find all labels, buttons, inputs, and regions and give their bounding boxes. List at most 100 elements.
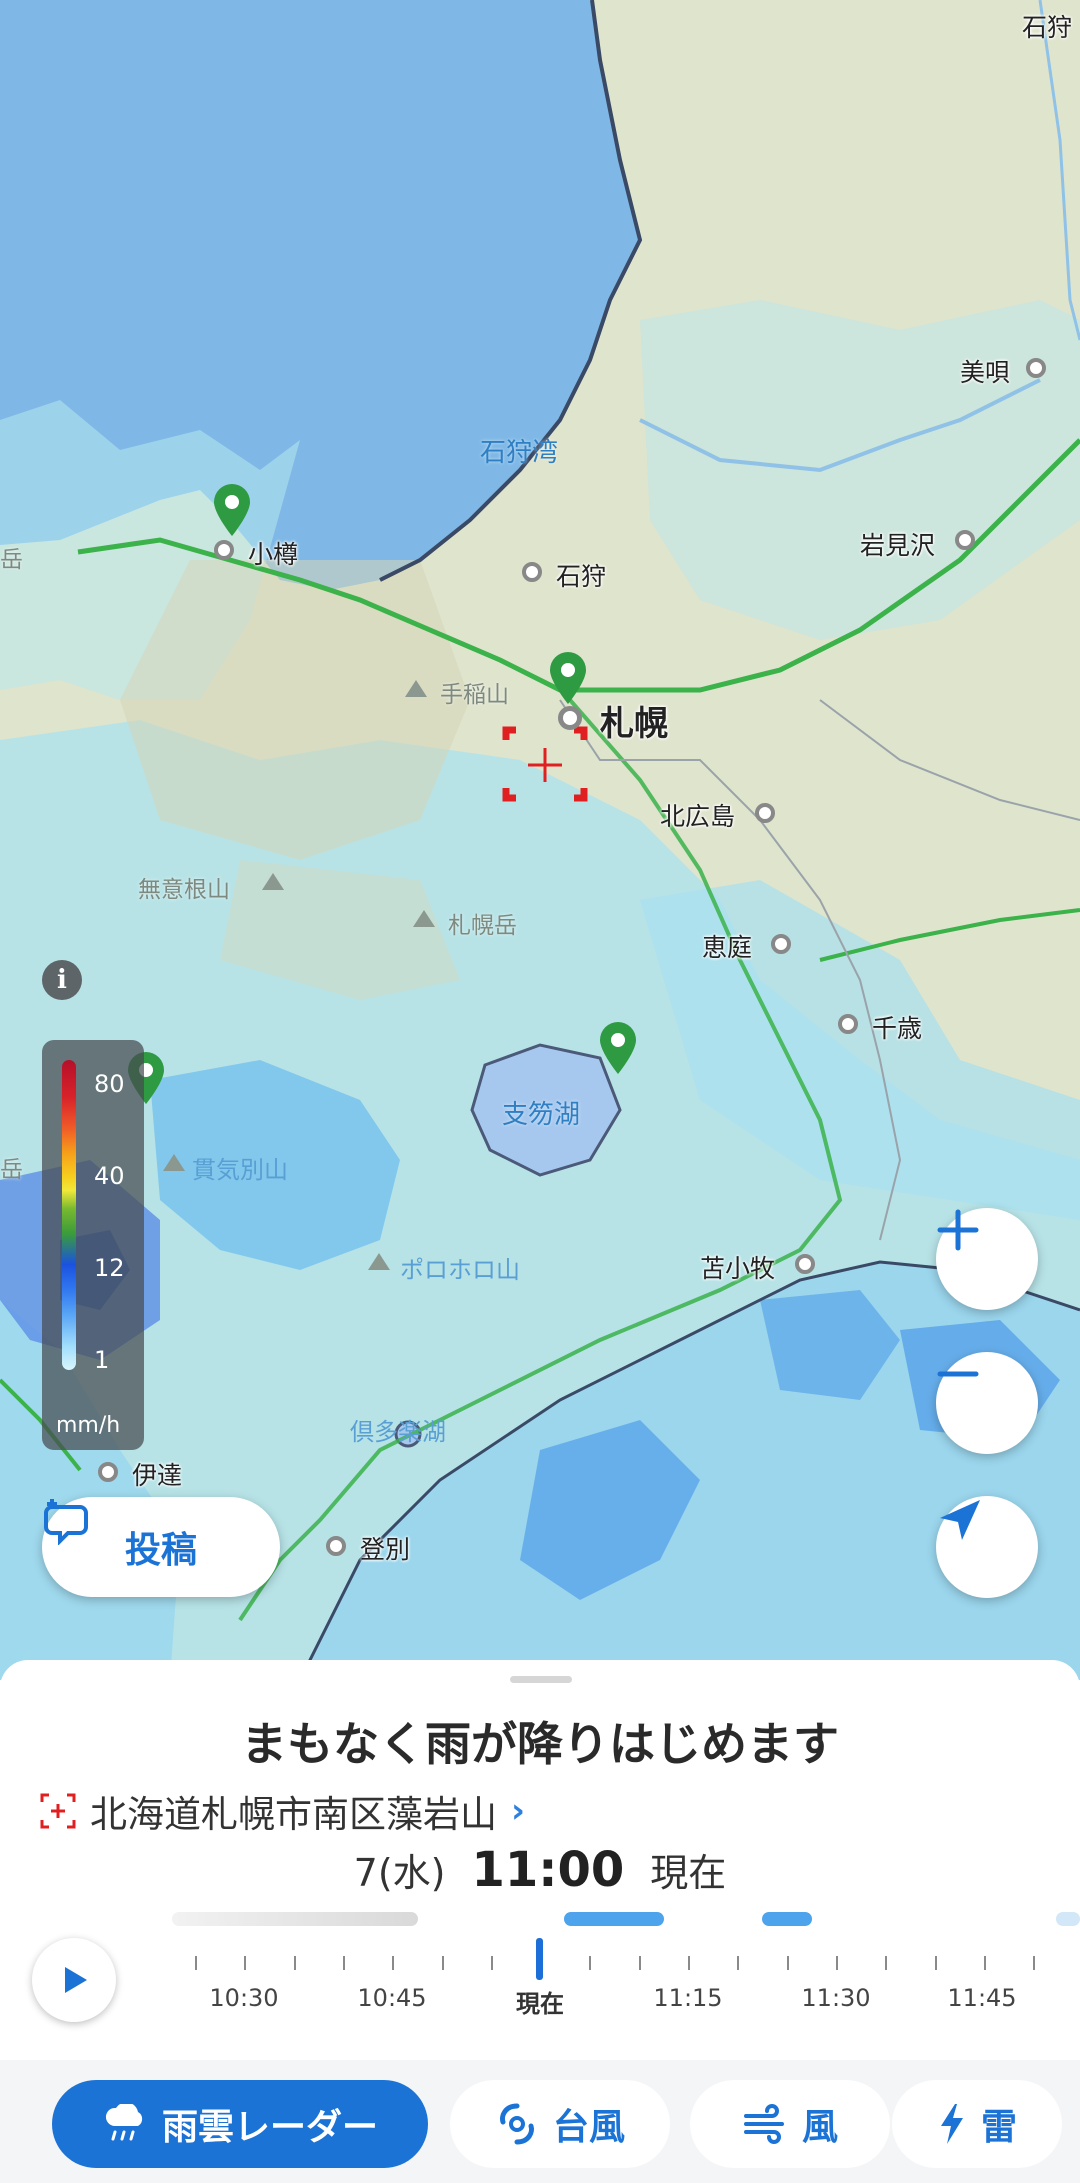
timeline-tick (195, 1956, 197, 1970)
minus-icon (937, 1371, 979, 1377)
label-kitahiroshima: 北広島 (660, 802, 736, 831)
station-ishikari[interactable] (522, 562, 542, 582)
rain-intensity-legend: 80 40 12 1 mm/h (42, 1040, 144, 1450)
zoom-in-button[interactable] (936, 1208, 1038, 1310)
timeline-tick (490, 1956, 493, 1970)
lightning-icon (940, 2104, 963, 2144)
nav-typhoon[interactable]: 台風 (450, 2080, 670, 2168)
timeline-tick (638, 1956, 641, 1970)
nav-label: 雷 (980, 2107, 1017, 2148)
timeline-label: 11:45 (947, 1984, 1017, 2012)
station-noboribetsu[interactable] (326, 1536, 346, 1556)
date-label: 7(水) (353, 1851, 446, 1895)
station-sapporo[interactable] (558, 706, 582, 730)
label-kimobetsu: 貫気別山 (192, 1156, 288, 1184)
timeline-label: 11:30 (801, 1984, 871, 2012)
label-shikotsu: 支笏湖 (502, 1100, 581, 1130)
zoom-out-button[interactable] (936, 1352, 1038, 1454)
timeline-tick (293, 1956, 296, 1970)
timeline-tick (934, 1956, 937, 1970)
label-sapporodake: 札幌岳 (448, 913, 517, 939)
nav-label: 雨雲レーダー (161, 2107, 378, 2148)
timeline-tick (441, 1956, 444, 1970)
nav-label: 風 (801, 2107, 838, 2148)
now-label: 現在 (650, 1851, 727, 1895)
forecast-sheet[interactable]: まもなく雨が降りはじめます 北海道札幌市南区藻岩山 › 7(水) 11:00 現… (0, 1660, 1080, 2060)
label-horohoro: ポロホロ山 (400, 1256, 520, 1284)
timeline-tick (737, 1956, 740, 1970)
time-label: 11:00 (471, 1842, 625, 1898)
timeline-tick (786, 1956, 789, 1970)
nav-wind[interactable]: 風 (690, 2080, 890, 2168)
label-sapporo: 札幌 (600, 704, 668, 744)
label-ishikari-top: 石狩 (1022, 13, 1073, 42)
label-iwamizawa: 岩見沢 (860, 531, 936, 560)
map-pin-icon[interactable] (546, 650, 590, 706)
timeline-tick (392, 1956, 395, 1970)
station-chitose[interactable] (838, 1014, 858, 1034)
post-comment-icon (44, 1499, 88, 1545)
station-bibai[interactable] (1026, 358, 1046, 378)
label-chitose: 千歳 (872, 1014, 923, 1043)
current-location-button[interactable] (936, 1496, 1038, 1598)
station-kitahiroshima[interactable] (755, 803, 775, 823)
past-range-bar (172, 1912, 418, 1926)
timeline-tick (244, 1956, 247, 1970)
label-edge-left: 岳 (0, 547, 23, 573)
play-button[interactable] (32, 1938, 116, 2022)
bottom-navigation: 雨雲レーダー 台風 風 雷 (0, 2060, 1080, 2183)
legend-level: 80 (94, 1070, 125, 1098)
label-bibai: 美唄 (960, 358, 1011, 387)
timeline-tick (342, 1956, 345, 1970)
label-teine: 手稲山 (440, 682, 509, 708)
timeline-tick (983, 1956, 986, 1970)
station-otaru[interactable] (214, 540, 234, 560)
label-noboribetsu: 登別 (360, 1535, 411, 1564)
rain-forecast-bar (1056, 1912, 1080, 1926)
legend-color-bar (62, 1060, 76, 1370)
station-iwamizawa[interactable] (955, 530, 975, 550)
rain-cloud-icon (105, 2104, 143, 2141)
timeline-label-now: 現在 (516, 1990, 564, 2018)
map-pin-icon[interactable] (596, 1020, 640, 1076)
label-eniwa: 恵庭 (702, 933, 753, 962)
rain-forecast-bar (762, 1912, 812, 1926)
rain-forecast-bar (564, 1912, 664, 1926)
timeline-tick (688, 1956, 690, 1970)
sheet-drag-handle[interactable] (510, 1676, 572, 1683)
label-tomakomai: 苫小牧 (700, 1254, 776, 1283)
station-eniwa[interactable] (771, 934, 791, 954)
location-row[interactable]: 北海道札幌市南区藻岩山 › (40, 1784, 525, 1838)
label-date: 伊達 (132, 1461, 183, 1490)
timeline-tick (885, 1956, 888, 1970)
timeline-label: 11:15 (653, 1984, 723, 2012)
timeline-tick (589, 1956, 592, 1970)
plus-icon (937, 1209, 979, 1251)
label-muine: 無意根山 (138, 877, 230, 903)
legend-level: 1 (94, 1346, 110, 1374)
navigation-arrow-icon (940, 1500, 980, 1540)
timeline-cursor[interactable] (536, 1938, 543, 1980)
station-tomakomai[interactable] (795, 1254, 815, 1274)
label-otaru: 小樽 (248, 540, 299, 569)
legend-unit: mm/h (56, 1413, 121, 1438)
legend-level: 12 (94, 1254, 125, 1282)
post-button[interactable]: 投稿 (42, 1497, 280, 1597)
timeline-tick (1033, 1956, 1036, 1970)
label-ishikari: 石狩 (556, 562, 607, 591)
location-name: 北海道札幌市南区藻岩山 (90, 1793, 497, 1836)
nav-rain-radar[interactable]: 雨雲レーダー (52, 2080, 428, 2168)
station-date[interactable] (98, 1462, 118, 1482)
timeline-tick (835, 1956, 838, 1970)
timeline-label: 10:30 (209, 1984, 279, 2012)
forecast-headline: まもなく雨が降りはじめます (241, 1717, 839, 1771)
label-kuttara: 倶多楽湖 (350, 1418, 446, 1446)
label-edge-left-2: 岳 (0, 1157, 23, 1183)
time-row: 7(水) 11:00 現在 (0, 1842, 1080, 1898)
nav-label: 台風 (552, 2107, 625, 2148)
nav-thunder[interactable]: 雷 (892, 2080, 1062, 2168)
rain-radar-map[interactable]: 石狩 美唄 石狩湾 小樽 石狩 岩見沢 手稲山 札幌 北広島 無意根山 札幌岳 … (0, 0, 1080, 1680)
map-pin-icon[interactable] (210, 482, 254, 538)
info-icon[interactable]: i (42, 960, 82, 1000)
legend-level: 40 (94, 1162, 125, 1190)
